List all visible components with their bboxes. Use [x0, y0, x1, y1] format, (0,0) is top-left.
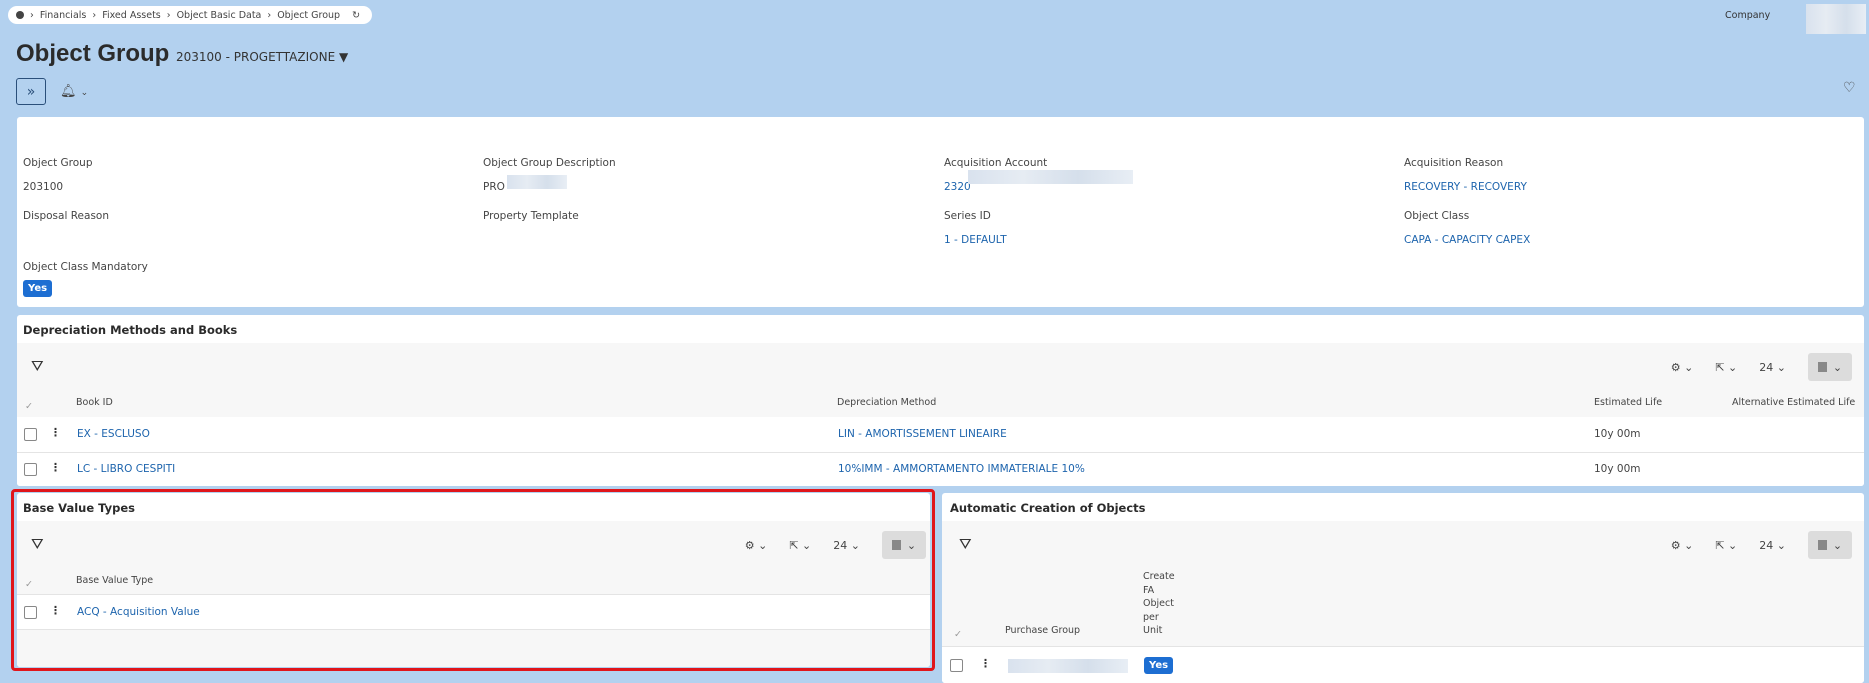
company-label: Company [1725, 10, 1771, 21]
redacted-value [968, 170, 1133, 184]
field-value-link[interactable]: CAPA - CAPACITY CAPEX [1404, 234, 1530, 246]
bell-icon: 🔔︎ [60, 84, 77, 99]
settings-button[interactable]: ⚙ ⌄ [1671, 539, 1694, 552]
field-label: Series ID [944, 210, 991, 222]
page-title: Object Group [16, 40, 170, 67]
estimated-life: 10y 00m [1594, 463, 1641, 475]
column-layout-button[interactable]: ⌄ [1808, 353, 1852, 381]
row-menu-icon[interactable]: ⋮ [50, 426, 61, 439]
breadcrumb-financials[interactable]: Financials [40, 10, 87, 21]
method-link[interactable]: 10%IMM - AMMORTAMENTO IMMATERIALE 10% [838, 463, 1085, 475]
highlight-box [11, 489, 935, 671]
field-value-link[interactable]: RECOVERY - RECOVERY [1404, 181, 1527, 193]
select-all-check[interactable]: ✓ [954, 629, 962, 640]
estimated-life: 10y 00m [1594, 428, 1641, 440]
table-row[interactable]: ⋮ Yes [942, 647, 1864, 683]
field-label: Object Group [23, 157, 93, 169]
redacted-value [507, 175, 567, 189]
col-depreciation-method[interactable]: Depreciation Method [837, 397, 936, 408]
company-value[interactable] [1806, 4, 1866, 34]
caret-down-icon: ▼ [339, 50, 349, 64]
double-chevron-right-icon: » [26, 83, 36, 100]
filter-icon[interactable]: ⛛ [31, 357, 44, 375]
table-row[interactable]: ⋮ LC - LIBRO CESPITI 10%IMM - AMMORTAMEN… [17, 453, 1864, 486]
settings-button[interactable]: ⚙ ⌄ [1671, 361, 1694, 374]
chevron-down-icon: ⌄ [80, 88, 89, 98]
page-size-select[interactable]: 24 ⌄ [1759, 539, 1786, 552]
field-label: Acquisition Account [944, 157, 1048, 169]
book-id-link[interactable]: EX - ESCLUSO [77, 428, 150, 440]
notifications-button[interactable]: 🔔︎ ⌄ [60, 84, 88, 99]
field-label: Disposal Reason [23, 210, 109, 222]
automatic-creation-panel: Automatic Creation of Objects ⛛ ⚙ ⌄ ⇱ ⌄ … [942, 493, 1864, 683]
breadcrumb-object-group[interactable]: Object Group [277, 10, 340, 21]
panel-title: Depreciation Methods and Books [23, 323, 238, 337]
col-estimated-life[interactable]: Estimated Life [1594, 397, 1662, 408]
field-label: Property Template [483, 210, 579, 222]
col-alt-estimated-life[interactable]: Alternative Estimated Life [1732, 397, 1855, 408]
export-button[interactable]: ⇱ ⌄ [1715, 361, 1737, 374]
row-checkbox[interactable] [24, 463, 37, 476]
field-value-link[interactable]: 1 - DEFAULT [944, 234, 1007, 246]
field-value-link[interactable]: 2320 [944, 181, 971, 193]
method-link[interactable]: LIN - AMORTISSEMENT LINEAIRE [838, 428, 1007, 440]
book-id-link[interactable]: LC - LIBRO CESPITI [77, 463, 175, 475]
row-menu-icon[interactable]: ⋮ [980, 657, 991, 670]
select-all-check[interactable]: ✓ [25, 401, 33, 412]
page-size-select[interactable]: 24 ⌄ [1759, 361, 1786, 374]
breadcrumb: › Financials › Fixed Assets › Object Basic … [8, 6, 373, 24]
favorite-heart-icon[interactable]: ♡ [1843, 80, 1856, 96]
purchase-group-value [1008, 659, 1128, 673]
depreciation-panel: Depreciation Methods and Books ⛛ ⚙ ⌄ ⇱ ⌄… [17, 315, 1864, 486]
col-book-id[interactable]: Book ID [76, 397, 113, 408]
field-label: Object Class [1404, 210, 1470, 222]
panel-title: Automatic Creation of Objects [950, 501, 1146, 515]
field-value: 203100 [23, 181, 64, 193]
home-icon[interactable] [16, 11, 24, 19]
breadcrumb-object-basic-data[interactable]: Object Basic Data [177, 10, 262, 21]
field-label: Object Class Mandatory [23, 261, 148, 273]
export-button[interactable]: ⇱ ⌄ [1715, 539, 1737, 552]
row-menu-icon[interactable]: ⋮ [50, 461, 61, 474]
field-label: Object Group Description [483, 157, 616, 169]
object-group-details [17, 117, 1864, 307]
row-checkbox[interactable] [950, 659, 963, 672]
breadcrumb-fixed-assets[interactable]: Fixed Assets [102, 10, 161, 21]
col-create-fa-object-per-unit[interactable]: Create FA Object per Unit [1143, 570, 1179, 638]
yes-badge: Yes [1144, 657, 1174, 674]
table-row[interactable]: ⋮ EX - ESCLUSO LIN - AMORTISSEMENT LINEA… [17, 417, 1864, 452]
field-value: Yes [23, 280, 53, 297]
record-selector[interactable]: 203100 - PROGETTAZIONE ▼ [176, 50, 348, 64]
col-purchase-group[interactable]: Purchase Group [1005, 625, 1080, 636]
filter-icon[interactable]: ⛛ [959, 535, 972, 553]
column-layout-button[interactable]: ⌄ [1808, 531, 1852, 559]
field-value: PRO [483, 181, 505, 193]
field-label: Acquisition Reason [1404, 157, 1504, 169]
refresh-icon[interactable]: ↻ [352, 10, 360, 21]
expand-nav-button[interactable]: » [16, 78, 46, 105]
row-checkbox[interactable] [24, 428, 37, 441]
